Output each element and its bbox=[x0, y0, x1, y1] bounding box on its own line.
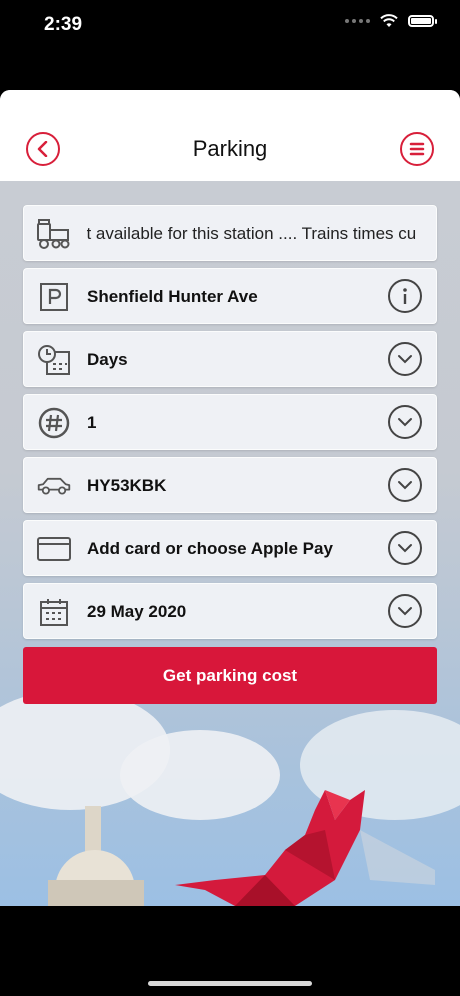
get-parking-cost-button[interactable]: Get parking cost bbox=[23, 647, 437, 704]
header: Parking bbox=[0, 90, 460, 181]
clock-calendar-icon bbox=[36, 342, 72, 378]
status-time: 2:39 bbox=[44, 14, 83, 35]
date-dropdown[interactable] bbox=[388, 594, 422, 628]
date-label: 29 May 2020 bbox=[87, 602, 187, 621]
wifi-icon bbox=[380, 14, 398, 27]
card-icon bbox=[36, 531, 72, 567]
ticker-text: ot available for this station .... Train… bbox=[87, 224, 417, 243]
duration-label: Days bbox=[87, 350, 128, 369]
chevron-down-icon bbox=[398, 544, 412, 553]
status-bar: 2:39 bbox=[0, 0, 460, 50]
train-times-ticker: ot available for this station .... Train… bbox=[23, 205, 437, 261]
menu-button[interactable] bbox=[400, 132, 434, 166]
chevron-down-icon bbox=[398, 607, 412, 616]
cathedral-spire bbox=[85, 806, 101, 852]
quantity-dropdown[interactable] bbox=[388, 405, 422, 439]
home-indicator[interactable] bbox=[148, 981, 312, 986]
form-rows: ot available for this station .... Train… bbox=[23, 205, 437, 646]
red-hare-sculpture bbox=[175, 790, 435, 906]
status-icons bbox=[345, 14, 437, 28]
payment-dropdown[interactable] bbox=[388, 531, 422, 565]
date-row[interactable]: 29 May 2020 bbox=[23, 583, 437, 639]
duration-dropdown[interactable] bbox=[388, 342, 422, 376]
payment-label: Add card or choose Apple Pay bbox=[87, 539, 333, 558]
cathedral-base bbox=[48, 880, 144, 906]
signal-icon bbox=[345, 19, 370, 23]
quantity-label: 1 bbox=[87, 413, 97, 432]
page-title: Parking bbox=[192, 136, 268, 161]
battery-icon bbox=[408, 15, 437, 27]
parking-sheet: Parking ot available for this station ..… bbox=[0, 90, 460, 906]
chevron-down-icon bbox=[398, 418, 412, 427]
info-icon bbox=[403, 288, 407, 304]
car-icon bbox=[36, 468, 72, 504]
quantity-row[interactable]: 1 bbox=[23, 394, 437, 450]
duration-row[interactable]: Days bbox=[23, 331, 437, 387]
station-row[interactable]: Shenfield Hunter Ave bbox=[23, 268, 437, 324]
vehicle-row[interactable]: HY53KBK bbox=[23, 457, 437, 513]
payment-row[interactable]: Add card or choose Apple Pay bbox=[23, 520, 437, 576]
hash-icon bbox=[36, 405, 72, 441]
train-icon bbox=[36, 216, 72, 252]
info-button[interactable] bbox=[388, 279, 422, 313]
station-label: Shenfield Hunter Ave bbox=[87, 287, 258, 306]
calendar-icon bbox=[36, 594, 72, 630]
vehicle-dropdown[interactable] bbox=[388, 468, 422, 502]
parking-icon bbox=[36, 279, 72, 315]
chevron-down-icon bbox=[398, 355, 412, 364]
chevron-down-icon bbox=[398, 481, 412, 490]
menu-icon bbox=[409, 142, 425, 156]
vehicle-label: HY53KBK bbox=[87, 476, 167, 495]
